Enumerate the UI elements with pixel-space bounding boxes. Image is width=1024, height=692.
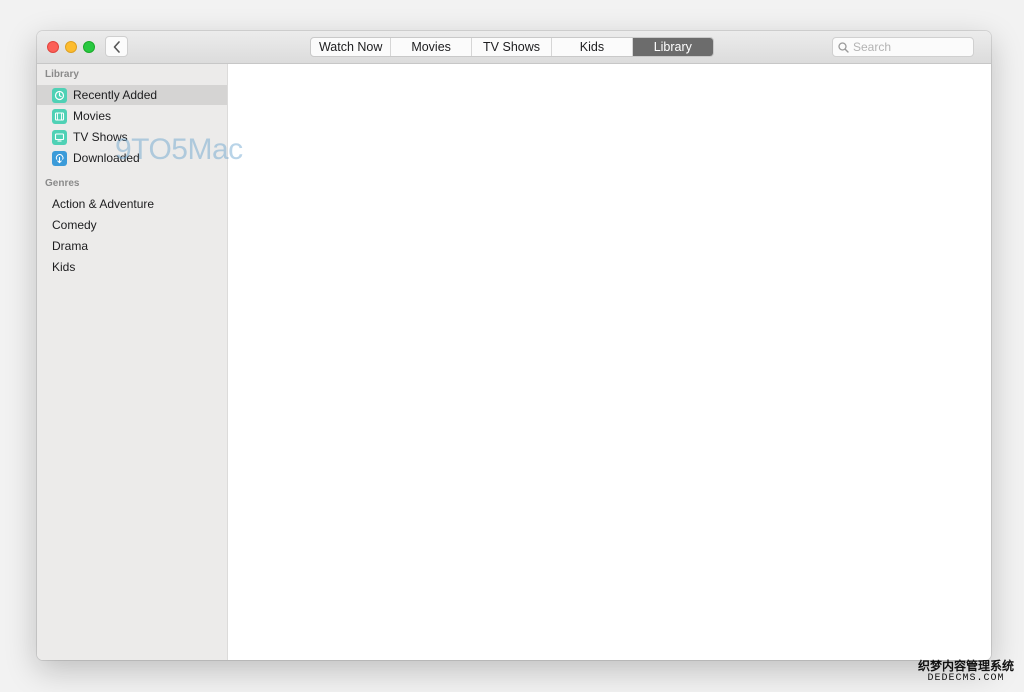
library-section-header: Library [45,69,79,80]
zoom-window-button[interactable] [83,41,95,53]
search-icon [838,41,849,53]
corner-watermark-line1: 织梦内容管理系统 [917,658,1014,673]
corner-watermark-line2: DEDECMS.COM [927,673,1005,684]
tab-movies[interactable]: Movies [391,38,472,56]
tab-tv-shows[interactable]: TV Shows [472,38,553,56]
chevron-left-icon [113,40,120,53]
tab-bar: Watch Now Movies TV Shows Kids Library [310,37,714,57]
app-window: Watch Now Movies TV Shows Kids Library L… [37,31,991,660]
sidebar-item-label: Movies [73,109,112,123]
site-watermark: 9TO5Mac [115,133,243,166]
genre-item-kids[interactable]: Kids [52,260,75,274]
sidebar-item-label: Recently Added [73,88,158,102]
sidebar-item-movies[interactable]: Movies [37,106,227,126]
genre-item-action-adventure[interactable]: Action & Adventure [52,197,154,211]
minimize-window-button[interactable] [65,41,77,53]
search-input[interactable] [853,40,971,54]
back-button[interactable] [105,36,128,57]
search-field[interactable] [832,37,974,57]
download-icon [52,150,67,166]
film-icon [52,108,67,124]
tab-library[interactable]: Library [632,38,713,56]
corner-watermark: 织梦内容管理系统 DEDECMS.COM [917,658,1014,684]
tab-kids[interactable]: Kids [552,38,633,56]
close-window-button[interactable] [47,41,59,53]
tab-watch-now[interactable]: Watch Now [311,38,392,56]
title-bar: Watch Now Movies TV Shows Kids Library [37,31,991,64]
library-content-area [228,64,991,660]
sidebar-item-recently-added[interactable]: Recently Added [37,85,227,105]
clock-icon [52,87,67,103]
genres-section-header: Genres [45,178,80,189]
genre-item-drama[interactable]: Drama [52,239,88,253]
genre-item-comedy[interactable]: Comedy [52,218,97,232]
tv-icon [52,129,67,145]
